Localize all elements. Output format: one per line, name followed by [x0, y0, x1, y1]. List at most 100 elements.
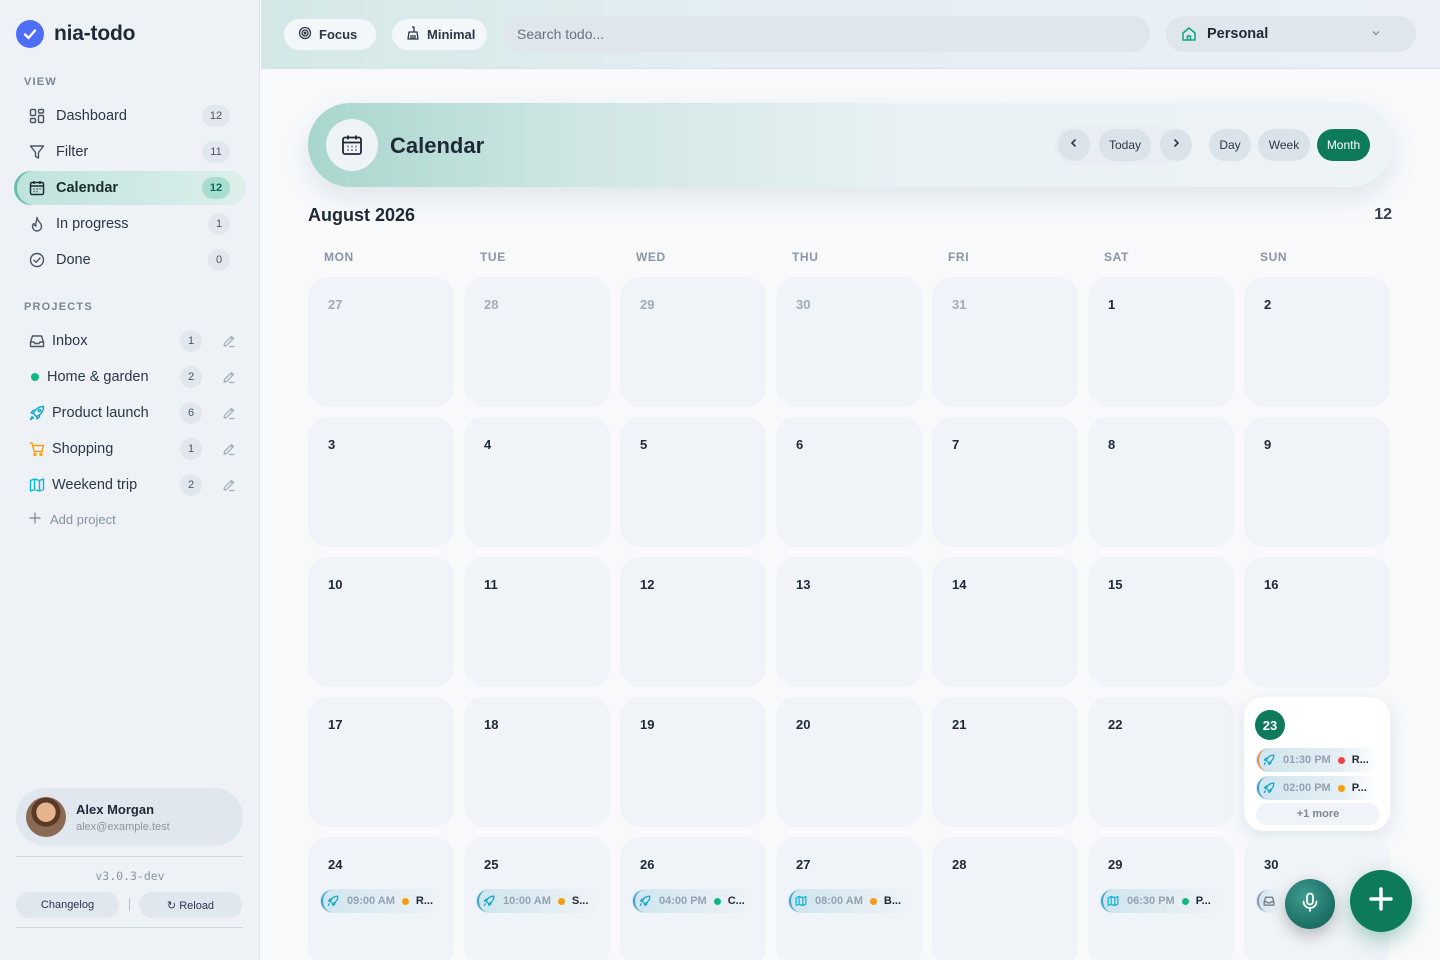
calendar-day[interactable]: 29 06:30 PM P...	[1088, 837, 1234, 960]
map-icon	[28, 476, 46, 494]
calendar-event[interactable]: 04:00 PM C...	[632, 889, 756, 913]
calendar-day[interactable]: 11	[464, 557, 610, 687]
calendar-day[interactable]: 19	[620, 697, 766, 827]
project-home-garden[interactable]: Home & garden 2	[14, 360, 246, 394]
view-month-button[interactable]: Month	[1317, 129, 1370, 161]
count-badge: 1	[208, 213, 230, 235]
project-label: Home & garden	[47, 369, 149, 385]
project-product-launch[interactable]: Product launch 6	[14, 396, 246, 430]
divider	[16, 856, 243, 857]
calendar-event[interactable]	[1256, 889, 1282, 913]
calendar-icon	[326, 119, 378, 171]
main-content: Calendar Today Day Week Month August 202…	[261, 70, 1440, 960]
calendar-event[interactable]: 01:30 PM R...	[1256, 748, 1380, 772]
day-number: 29	[1108, 857, 1123, 872]
calendar-day[interactable]: 13	[776, 557, 922, 687]
calendar-day[interactable]: 29	[620, 277, 766, 407]
day-number: 2	[1264, 297, 1272, 312]
calendar-day[interactable]: 24 09:00 AM R...	[308, 837, 454, 960]
pencil-icon[interactable]	[220, 332, 238, 350]
calendar-day[interactable]: 27 08:00 AM B...	[776, 837, 922, 960]
today-button[interactable]: Today	[1099, 129, 1152, 161]
calendar-day[interactable]: 2	[1244, 277, 1390, 407]
calendar-day[interactable]: 5	[620, 417, 766, 547]
view-day-button[interactable]: Day	[1209, 129, 1251, 161]
calendar-day[interactable]: 3	[308, 417, 454, 547]
calendar-day[interactable]: 30	[776, 277, 922, 407]
calendar-day[interactable]: 27	[308, 277, 454, 407]
add-task-button[interactable]	[1350, 870, 1412, 932]
chevron-left-icon	[1068, 136, 1080, 154]
event-title: P...	[1195, 895, 1211, 907]
voice-input-button[interactable]	[1285, 879, 1335, 929]
nav-calendar[interactable]: Calendar 12	[14, 171, 246, 205]
nav-done[interactable]: Done 0	[14, 243, 246, 277]
calendar-day[interactable]: 31	[932, 277, 1078, 407]
day-number: 7	[952, 437, 960, 452]
calendar-day[interactable]: 28	[932, 837, 1078, 960]
app-version: v3.0.3-dev	[95, 869, 165, 883]
calendar-event[interactable]: 09:00 AM R...	[320, 889, 444, 913]
user-card[interactable]: Alex Morgan alex@example.test	[16, 788, 243, 846]
calendar-day[interactable]: 7	[932, 417, 1078, 547]
task-count: 12	[1374, 206, 1392, 223]
reload-button[interactable]: ↻ Reload	[139, 892, 242, 918]
calendar-day[interactable]: 12	[620, 557, 766, 687]
calendar-day[interactable]: 26 04:00 PM C...	[620, 837, 766, 960]
pencil-icon[interactable]	[220, 368, 238, 386]
event-time: 02:00 PM	[1283, 782, 1331, 794]
search-input[interactable]	[504, 16, 1150, 52]
calendar-day[interactable]: 18	[464, 697, 610, 827]
calendar-day[interactable]: 14	[932, 557, 1078, 687]
project-inbox[interactable]: Inbox 1	[14, 324, 246, 358]
nav-dashboard[interactable]: Dashboard 12	[14, 99, 246, 133]
calendar-day[interactable]: 20	[776, 697, 922, 827]
day-number: 24	[328, 857, 343, 872]
calendar-day[interactable]: 25 10:00 AM S...	[464, 837, 610, 960]
calendar-event[interactable]: 10:00 AM S...	[476, 889, 600, 913]
workspace-select[interactable]: Personal	[1166, 16, 1416, 52]
calendar-event[interactable]: 06:30 PM P...	[1100, 889, 1224, 913]
event-time: 06:30 PM	[1127, 895, 1175, 907]
day-number: 18	[484, 717, 499, 732]
calendar-day[interactable]: 28	[464, 277, 610, 407]
nav-filter[interactable]: Filter 11	[14, 135, 246, 169]
add-project-button[interactable]: Add project	[28, 511, 116, 528]
calendar-day-today[interactable]: 23 01:30 PM R... 02:00 PM P... +1 more	[1244, 697, 1390, 831]
view-week-button[interactable]: Week	[1258, 129, 1310, 161]
prev-button[interactable]	[1058, 129, 1090, 161]
calendar-event[interactable]: 08:00 AM B...	[788, 889, 912, 913]
date-navigation: Today	[1054, 125, 1192, 165]
chevron-right-icon	[1170, 136, 1182, 154]
weekday-label: SUN	[1260, 250, 1288, 264]
more-events-link[interactable]: +1 more	[1256, 803, 1380, 825]
nav-label: Dashboard	[56, 108, 127, 124]
calendar-day[interactable]: 1	[1088, 277, 1234, 407]
project-shopping[interactable]: Shopping 1	[14, 432, 246, 466]
calendar-day[interactable]: 8	[1088, 417, 1234, 547]
plus-icon	[1368, 886, 1394, 917]
calendar-day[interactable]: 22	[1088, 697, 1234, 827]
changelog-button[interactable]: Changelog	[16, 892, 119, 918]
calendar-day[interactable]: 4	[464, 417, 610, 547]
brand[interactable]: nia-todo	[16, 20, 135, 48]
calendar-day[interactable]: 6	[776, 417, 922, 547]
calendar-day[interactable]: 17	[308, 697, 454, 827]
calendar-day[interactable]: 9	[1244, 417, 1390, 547]
calendar-day[interactable]: 21	[932, 697, 1078, 827]
calendar-day[interactable]: 15	[1088, 557, 1234, 687]
pencil-icon[interactable]	[220, 440, 238, 458]
nav-label: Calendar	[56, 180, 119, 196]
minimal-button[interactable]: Minimal	[392, 19, 487, 50]
pencil-icon[interactable]	[220, 404, 238, 422]
nav-in-progress[interactable]: In progress 1	[14, 207, 246, 241]
day-number: 6	[796, 437, 804, 452]
calendar-event[interactable]: 02:00 PM P...	[1256, 776, 1380, 800]
calendar-day[interactable]: 10	[308, 557, 454, 687]
next-button[interactable]	[1160, 129, 1192, 161]
project-weekend-trip[interactable]: Weekend trip 2	[14, 468, 246, 502]
focus-button[interactable]: Focus	[284, 19, 376, 50]
app-name: nia-todo	[54, 22, 136, 45]
calendar-day[interactable]: 16	[1244, 557, 1390, 687]
pencil-icon[interactable]	[220, 476, 238, 494]
